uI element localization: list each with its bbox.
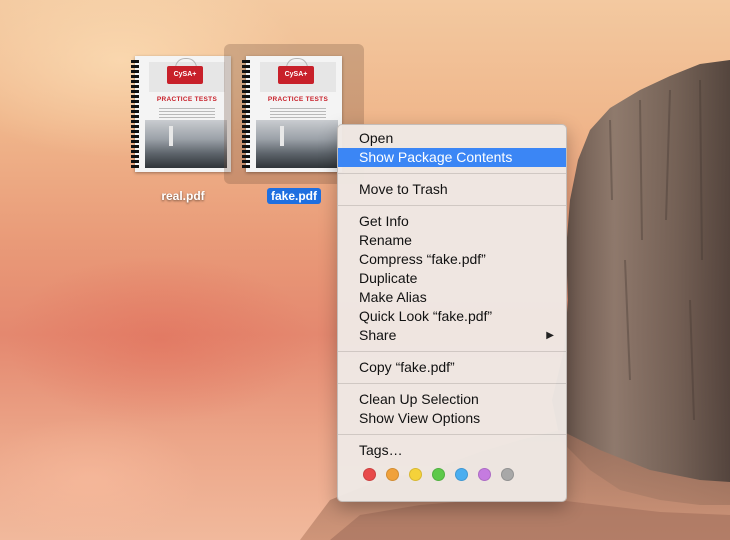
spiral-binding (131, 60, 139, 168)
menu-item-duplicate[interactable]: Duplicate (338, 269, 566, 288)
menu-item-open[interactable]: Open (338, 129, 566, 148)
file-label[interactable]: real.pdf (157, 188, 208, 204)
context-menu: Open Show Package Contents Move to Trash… (337, 124, 567, 502)
tag-color-dot[interactable] (363, 468, 376, 481)
menu-item-move-to-trash[interactable]: Move to Trash (338, 180, 566, 199)
tag-color-dot[interactable] (455, 468, 468, 481)
tag-color-dot[interactable] (386, 468, 399, 481)
menu-item-show-package-contents[interactable]: Show Package Contents (338, 148, 566, 167)
menu-item-compress[interactable]: Compress “fake.pdf” (338, 250, 566, 269)
submenu-arrow-icon: ▶ (546, 330, 554, 341)
cover-photo (145, 120, 227, 168)
cover-photo (256, 120, 338, 168)
menu-separator (338, 383, 566, 384)
menu-item-tags[interactable]: Tags… (338, 441, 566, 460)
tag-color-dot[interactable] (432, 468, 445, 481)
menu-item-make-alias[interactable]: Make Alias (338, 288, 566, 307)
tag-colors-row (338, 460, 566, 485)
menu-separator (338, 434, 566, 435)
tag-color-dot[interactable] (478, 468, 491, 481)
cover-subtitle: PRACTICE TESTS (156, 96, 218, 103)
menu-item-quick-look[interactable]: Quick Look “fake.pdf” (338, 307, 566, 326)
menu-separator (338, 351, 566, 352)
cover-subtitle: PRACTICE TESTS (267, 96, 329, 103)
menu-item-share[interactable]: Share ▶ (338, 326, 566, 345)
menu-item-show-view-options[interactable]: Show View Options (338, 409, 566, 428)
pdf-cover-icon: CySA+ PRACTICE TESTS (131, 56, 231, 172)
menu-separator (338, 173, 566, 174)
spiral-binding (242, 60, 250, 168)
cover-badge: CySA+ (278, 66, 314, 84)
menu-item-rename[interactable]: Rename (338, 231, 566, 250)
tag-color-dot[interactable] (501, 468, 514, 481)
menu-item-share-label: Share (359, 327, 397, 343)
cover-badge: CySA+ (167, 66, 203, 84)
menu-separator (338, 205, 566, 206)
menu-item-clean-up-selection[interactable]: Clean Up Selection (338, 390, 566, 409)
pdf-cover-icon: CySA+ PRACTICE TESTS (242, 56, 342, 172)
tag-color-dot[interactable] (409, 468, 422, 481)
file-label-selected[interactable]: fake.pdf (266, 188, 321, 204)
menu-item-copy[interactable]: Copy “fake.pdf” (338, 358, 566, 377)
menu-item-get-info[interactable]: Get Info (338, 212, 566, 231)
